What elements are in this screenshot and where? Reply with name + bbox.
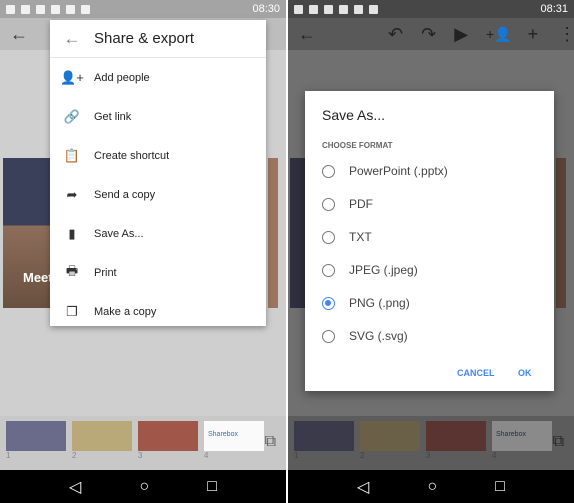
radio-button[interactable] [322, 197, 335, 211]
menu-title: Share & export [94, 30, 195, 47]
present-play-icon[interactable]: ▶ [454, 24, 468, 45]
clock: 08:30 [252, 3, 280, 15]
image-icon [66, 4, 75, 14]
menu-item-create-shortcut[interactable]: 📋 Create shortcut [50, 136, 266, 175]
thumbnail[interactable]: 3 [138, 421, 198, 460]
status-bar: 08:31 [288, 0, 574, 18]
add-person-icon: 👤+ [60, 69, 84, 85]
menu-item-get-link[interactable]: 🔗 Get link [50, 97, 266, 136]
thumbnail[interactable]: 1 [294, 421, 354, 460]
thumbnail[interactable]: Sharebox 4 [492, 421, 552, 460]
menu-item-make-copy[interactable]: ❐ Make a copy [50, 292, 266, 331]
thumbnail[interactable]: 3 [426, 421, 486, 460]
gmail-icon [339, 4, 348, 14]
radio-svg[interactable]: SVG (.svg) [322, 326, 408, 346]
radio-button-selected[interactable] [322, 296, 335, 310]
radio-pdf[interactable]: PDF [322, 194, 373, 214]
back-arrow-icon[interactable]: ← [50, 29, 94, 49]
radio-jpeg[interactable]: JPEG (.jpeg) [322, 260, 418, 280]
cancel-button[interactable]: CANCEL [457, 368, 495, 378]
add-person-icon[interactable]: +👤 [486, 26, 512, 43]
file-icon: ▮ [68, 225, 76, 241]
toolbar: ← ↶ ↷ ▶ +👤 + ⋮ [288, 18, 574, 50]
thumbnail[interactable]: 2 [72, 421, 132, 460]
menu-header: ← Share & export [50, 20, 266, 58]
calendar-icon [309, 4, 318, 14]
image-icon [354, 4, 363, 14]
recents-nav-icon[interactable]: □ [207, 478, 217, 496]
radio-button[interactable] [322, 263, 335, 277]
dialog-title: Save As... [322, 107, 386, 123]
gmail-icon [51, 4, 60, 14]
menu-item-print[interactable]: 🖶 Print [50, 253, 266, 292]
link-icon: 🔗 [63, 108, 81, 124]
slide-preview-next[interactable] [556, 158, 566, 308]
filmstrip: 1 2 3 Sharebox 4 ⧉ [288, 416, 574, 470]
right-phone-screen: 08:31 ← ↶ ↷ ▶ +👤 + ⋮ 1 2 3 Sharebox 4 ⧉ ◁… [288, 0, 574, 503]
copy-icon: ❐ [66, 303, 78, 319]
radio-png[interactable]: PNG (.png) [322, 293, 410, 313]
recents-nav-icon[interactable]: □ [495, 478, 505, 496]
slide-preview-next[interactable] [268, 158, 278, 308]
slide-preview[interactable]: Meet [3, 158, 57, 308]
alarm-icon [81, 4, 90, 14]
hangouts-icon [294, 4, 303, 14]
slide-caption: Meet [23, 270, 53, 285]
clock: 08:31 [540, 3, 568, 15]
thumbnail[interactable]: Sharebox 4 [204, 421, 264, 460]
add-slide-icon[interactable]: ⧉ [553, 433, 564, 451]
filmstrip: 1 2 3 Sharebox 4 ⧉ [0, 416, 286, 470]
facebook-icon [21, 4, 30, 14]
facebook-icon [324, 4, 333, 14]
share-export-menu: ← Share & export 👤+ Add people 🔗 Get link … [50, 20, 266, 326]
radio-button[interactable] [322, 230, 335, 244]
clipboard-icon: 📋 [63, 147, 81, 163]
more-options-icon[interactable]: ⋮ [558, 24, 574, 45]
add-icon[interactable]: + [528, 24, 539, 45]
back-arrow-icon[interactable]: ← [298, 24, 316, 45]
add-slide-icon[interactable]: ⧉ [265, 433, 276, 451]
home-nav-icon[interactable]: ○ [427, 478, 437, 496]
back-nav-icon[interactable]: ◁ [357, 477, 369, 497]
menu-item-send-copy[interactable]: ➦ Send a copy [50, 175, 266, 214]
nav-bar: ◁ ○ □ [288, 470, 574, 503]
print-icon: 🖶 [65, 262, 79, 278]
radio-pptx[interactable]: PowerPoint (.pptx) [322, 161, 448, 181]
radio-button[interactable] [322, 164, 335, 178]
calendar-icon [6, 4, 15, 14]
undo-icon[interactable]: ↶ [388, 24, 403, 45]
thumbnail[interactable]: 1 [6, 421, 66, 460]
thumbnail[interactable]: 2 [360, 421, 420, 460]
dialog-subtitle: CHOOSE FORMAT [322, 141, 393, 150]
radio-txt[interactable]: TXT [322, 227, 372, 247]
ok-button[interactable]: OK [518, 368, 532, 378]
hangouts-icon [36, 4, 45, 14]
radio-button[interactable] [322, 329, 335, 343]
back-arrow-icon[interactable]: ← [10, 24, 28, 45]
menu-item-add-people[interactable]: 👤+ Add people [50, 58, 266, 97]
status-bar: 08:30 [0, 0, 286, 18]
share-arrow-icon: ➦ [66, 186, 78, 202]
save-as-dialog: Save As... CHOOSE FORMAT PowerPoint (.pp… [305, 91, 554, 391]
left-phone-screen: 08:30 ← Meet 1 2 3 Sharebox 4 ⧉ ◁ ○ □ ← S… [0, 0, 286, 503]
redo-icon[interactable]: ↷ [421, 24, 436, 45]
nav-bar: ◁ ○ □ [0, 470, 286, 503]
menu-item-save-as[interactable]: ▮ Save As... [50, 214, 266, 253]
alarm-icon [369, 4, 378, 14]
home-nav-icon[interactable]: ○ [139, 478, 149, 496]
back-nav-icon[interactable]: ◁ [69, 477, 81, 497]
